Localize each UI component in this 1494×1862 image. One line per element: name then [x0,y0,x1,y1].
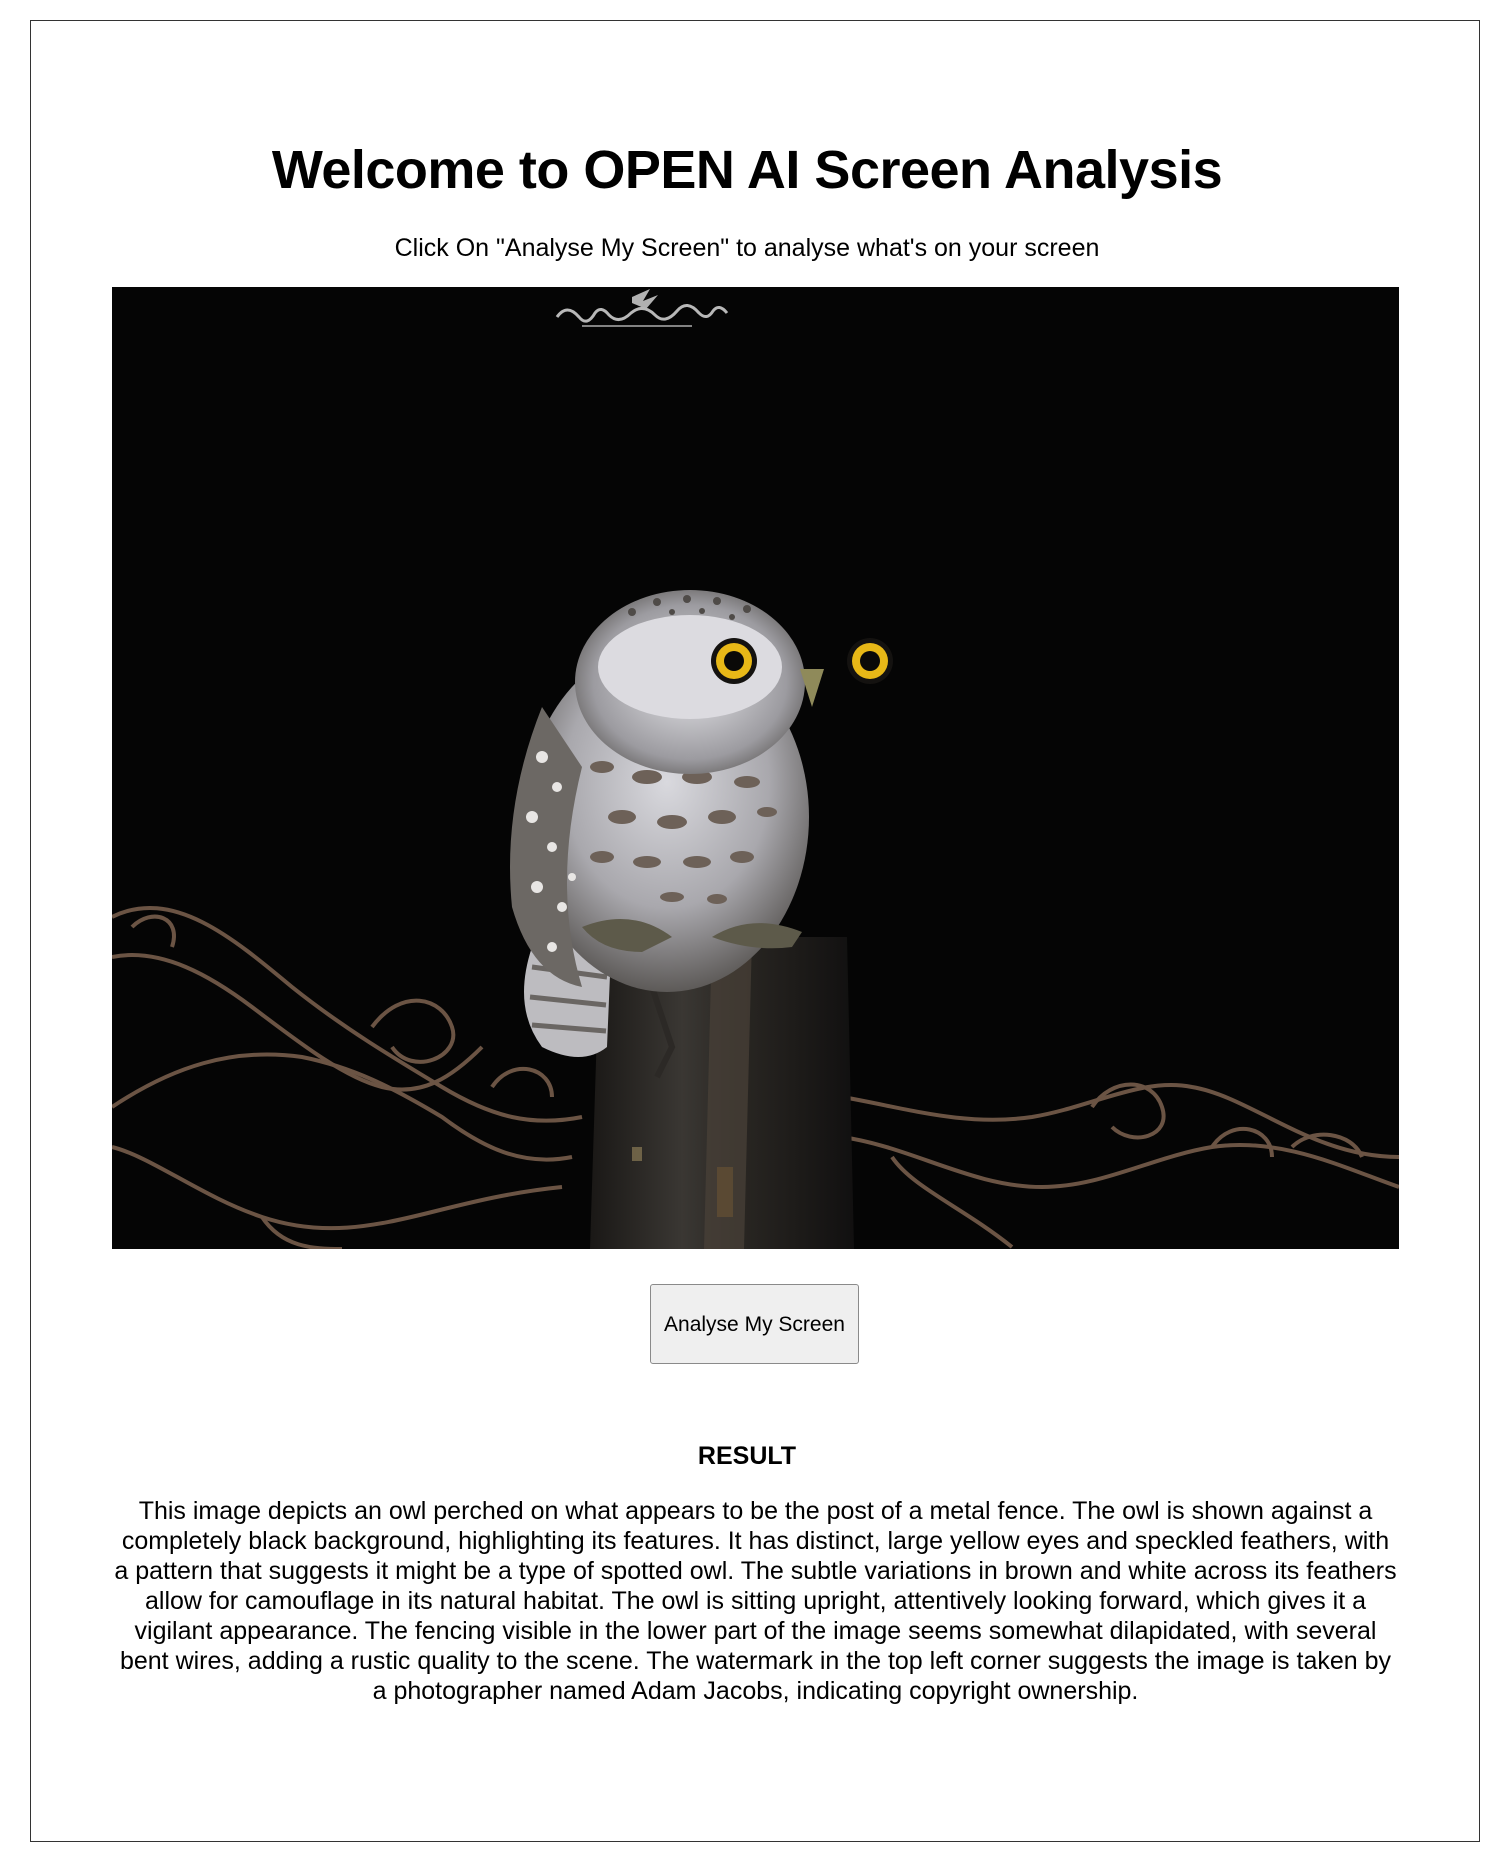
analyse-my-screen-button[interactable]: Analyse My Screen [650,1284,859,1364]
result-heading: RESULT [697,1442,797,1470]
owl-eye-left [711,638,757,684]
result-text: This image depicts an owl perched on wha… [114,1497,1397,1705]
page-title: Welcome to OPEN AI Screen Analysis [271,140,1223,200]
page-subtitle: Click On "Analyse My Screen" to analyse … [394,234,1100,262]
watermark-logo [555,289,729,327]
owl-eye-right [847,638,893,684]
screenshot-image [112,287,1399,1249]
